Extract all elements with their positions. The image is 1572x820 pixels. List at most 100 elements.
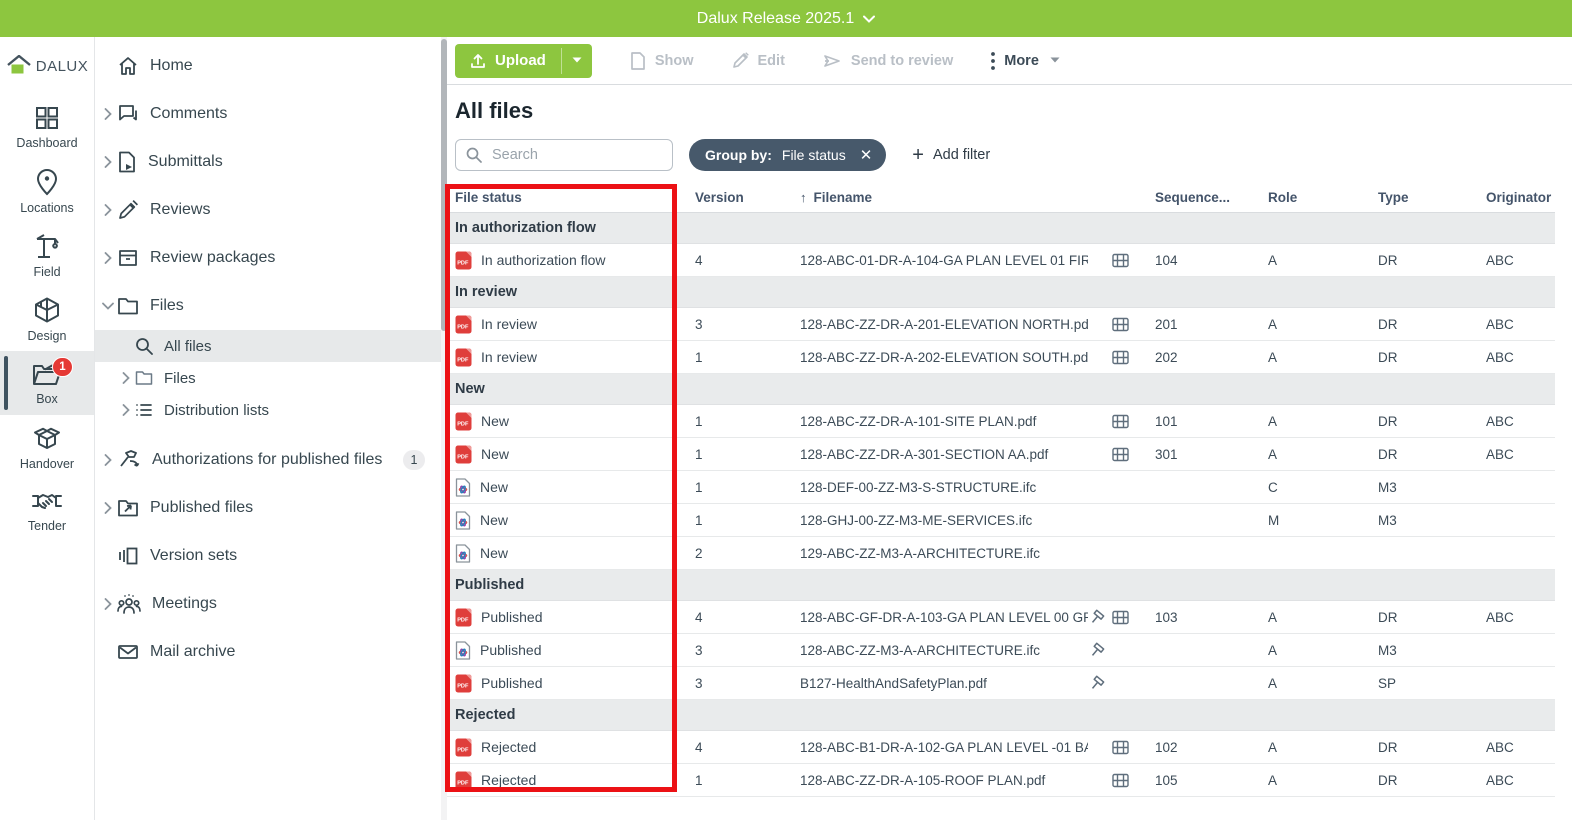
- sheet-icon[interactable]: [1112, 317, 1129, 332]
- group-header-row[interactable]: Published: [447, 570, 1555, 601]
- file-row[interactable]: New1128-DEF-00-ZZ-M3-S-STRUCTURE.ifcCM3: [447, 471, 1555, 504]
- sheet-icon[interactable]: [1112, 740, 1129, 755]
- group-by-chip[interactable]: Group by: File status ✕: [689, 139, 886, 171]
- upload-split-button[interactable]: Upload: [455, 44, 592, 78]
- chevron-right-icon[interactable]: [99, 598, 117, 610]
- sidebar-item-home[interactable]: Home: [95, 42, 441, 90]
- chevron-right-icon[interactable]: [99, 502, 117, 514]
- sheet-icon[interactable]: [1112, 447, 1129, 462]
- column-header-version[interactable]: Version: [695, 190, 800, 205]
- sidebar-item-authorizations[interactable]: Authorizations for published files1: [95, 436, 441, 484]
- rail-item-handover[interactable]: Handover: [0, 415, 94, 479]
- originator-value: ABC: [1486, 414, 1555, 429]
- more-button[interactable]: More: [991, 52, 1060, 70]
- project-title[interactable]: Dalux Release 2025.1: [697, 10, 854, 28]
- file-row[interactable]: Published3128-ABC-ZZ-M3-A-ARCHITECTURE.i…: [447, 634, 1555, 667]
- file-row[interactable]: PDFNew1128-ABC-ZZ-DR-A-301-SECTION AA.pd…: [447, 438, 1555, 471]
- version-value: 3: [695, 676, 800, 691]
- file-row[interactable]: PDFIn authorization flow4128-ABC-01-DR-A…: [447, 244, 1555, 277]
- group-header-row[interactable]: New: [447, 374, 1555, 405]
- rail-item-box[interactable]: Box1: [0, 351, 94, 415]
- ifc-file-icon: [455, 641, 471, 660]
- group-header-row[interactable]: In authorization flow: [447, 213, 1555, 244]
- sheet-icon[interactable]: [1112, 253, 1129, 268]
- rail-item-field[interactable]: Field: [0, 223, 94, 287]
- sidebar-item-review-packages[interactable]: Review packages: [95, 234, 441, 282]
- files-toolbar: Upload Show Edit Send to review: [447, 37, 1572, 85]
- chevron-down-icon[interactable]: [99, 302, 117, 310]
- folder-sm-icon: [135, 370, 153, 386]
- file-row[interactable]: New2129-ABC-ZZ-M3-A-ARCHITECTURE.ifc: [447, 537, 1555, 570]
- sidebar-item-version-sets[interactable]: Version sets: [95, 532, 441, 580]
- list-icon: [135, 402, 153, 418]
- file-row[interactable]: PDFNew1128-ABC-ZZ-DR-A-101-SITE PLAN.pdf…: [447, 405, 1555, 438]
- column-header-type[interactable]: Type: [1378, 190, 1486, 205]
- group-header-row[interactable]: In review: [447, 277, 1555, 308]
- search-box[interactable]: [455, 139, 673, 171]
- chevron-right-icon[interactable]: [99, 454, 117, 466]
- type-value: DR: [1378, 414, 1486, 429]
- sidebar-item-all-files[interactable]: All files: [95, 330, 441, 362]
- column-header-file-status[interactable]: File status: [447, 190, 695, 205]
- rail-item-tender[interactable]: Tender: [0, 479, 94, 543]
- edit-button[interactable]: Edit: [732, 52, 785, 69]
- originator-value: ABC: [1486, 317, 1555, 332]
- chevron-right-icon[interactable]: [99, 204, 117, 216]
- column-header-sequence[interactable]: Sequence...: [1155, 190, 1268, 205]
- sidebar-item-files-sub[interactable]: Files: [95, 362, 441, 394]
- file-status-value: Rejected: [481, 739, 536, 755]
- file-row[interactable]: PDFPublished3B127-HealthAndSafetyPlan.pd…: [447, 667, 1555, 700]
- rail-item-locations[interactable]: Locations: [0, 159, 94, 223]
- dalux-logo[interactable]: DALUX: [0, 37, 94, 95]
- column-header-role[interactable]: Role: [1268, 190, 1378, 205]
- file-row[interactable]: PDFPublished4128-ABC-GF-DR-A-103-GA PLAN…: [447, 601, 1555, 634]
- handshake-icon: [31, 490, 63, 514]
- rail-item-design[interactable]: Design: [0, 287, 94, 351]
- file-row[interactable]: PDFRejected4128-ABC-B1-DR-A-102-GA PLAN …: [447, 731, 1555, 764]
- sidebar-item-distribution-lists[interactable]: Distribution lists: [95, 394, 441, 426]
- crane-icon: [33, 232, 61, 260]
- sheet-icon[interactable]: [1112, 610, 1129, 625]
- type-value: DR: [1378, 350, 1486, 365]
- group-header-row[interactable]: Rejected: [447, 700, 1555, 731]
- chevron-right-icon[interactable]: [117, 404, 135, 416]
- originator-value: ABC: [1486, 610, 1555, 625]
- sidebar-item-files[interactable]: Files: [95, 282, 441, 330]
- rail-item-dashboard[interactable]: Dashboard: [0, 95, 94, 159]
- more-chevron-down-icon: [1050, 57, 1060, 64]
- search-input[interactable]: [490, 146, 681, 164]
- version-sets-icon: [117, 546, 139, 566]
- sidebar-item-published-files[interactable]: Published files: [95, 484, 441, 532]
- file-row[interactable]: New1128-GHJ-00-ZZ-M3-ME-SERVICES.ifcMM3: [447, 504, 1555, 537]
- remove-group-by-icon[interactable]: ✕: [860, 146, 873, 164]
- sidebar-item-submittals[interactable]: Submittals: [95, 138, 441, 186]
- sheet-icon[interactable]: [1112, 414, 1129, 429]
- chevron-right-icon[interactable]: [99, 108, 117, 120]
- type-value: M3: [1378, 480, 1486, 495]
- upload-dropdown-button[interactable]: [562, 44, 592, 78]
- sheet-icon[interactable]: [1112, 350, 1129, 365]
- filename-value: 128-ABC-ZZ-DR-A-202-ELEVATION SOUTH.pdf: [800, 350, 1088, 365]
- rail-item-label: Box: [36, 392, 58, 406]
- pinned-hammer-icon: [1088, 609, 1106, 626]
- chevron-right-icon[interactable]: [99, 156, 117, 168]
- sheet-icon[interactable]: [1112, 773, 1129, 788]
- chevron-right-icon[interactable]: [117, 372, 135, 384]
- sidebar-item-meetings[interactable]: Meetings: [95, 580, 441, 628]
- file-row[interactable]: PDFIn review3128-ABC-ZZ-DR-A-201-ELEVATI…: [447, 308, 1555, 341]
- column-header-originator[interactable]: Originator: [1486, 190, 1555, 205]
- column-header-filename[interactable]: ↑Filename: [800, 190, 1155, 205]
- upload-button[interactable]: Upload: [455, 44, 561, 78]
- send-icon: [823, 53, 842, 69]
- version-value: 1: [695, 480, 800, 495]
- file-row[interactable]: PDFIn review1128-ABC-ZZ-DR-A-202-ELEVATI…: [447, 341, 1555, 374]
- chevron-right-icon[interactable]: [99, 252, 117, 264]
- sidebar-item-mail-archive[interactable]: Mail archive: [95, 628, 441, 676]
- add-filter-button[interactable]: + Add filter: [912, 145, 990, 165]
- sidebar-item-comments[interactable]: Comments: [95, 90, 441, 138]
- sidebar-item-reviews[interactable]: Reviews: [95, 186, 441, 234]
- show-button[interactable]: Show: [630, 52, 694, 70]
- send-to-review-button[interactable]: Send to review: [823, 53, 953, 69]
- file-row[interactable]: PDFRejected1128-ABC-ZZ-DR-A-105-ROOF PLA…: [447, 764, 1555, 797]
- project-chevron-down-icon[interactable]: [863, 15, 875, 23]
